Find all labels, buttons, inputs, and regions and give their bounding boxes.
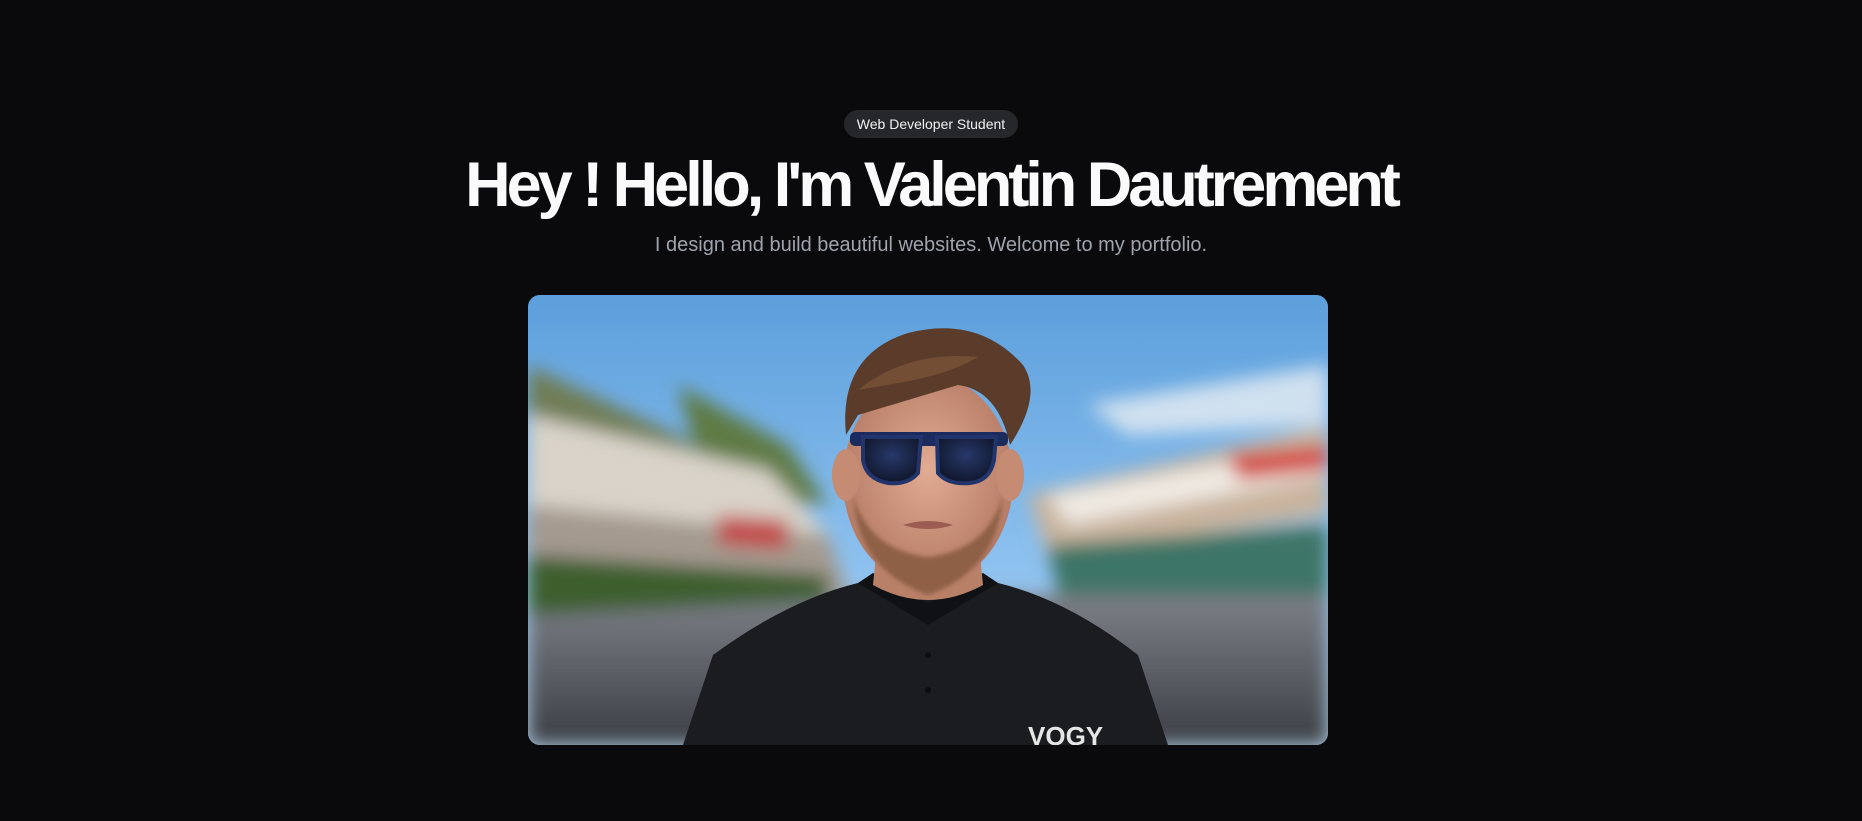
portrait-photo: VOGY xyxy=(528,295,1328,745)
hero-title: Hey ! Hello, I'm Valentin Dautrement xyxy=(465,150,1401,220)
page: Web Developer Student Hey ! Hello, I'm V… xyxy=(0,0,1862,821)
hero-subtitle: I design and build beautiful websites. W… xyxy=(654,234,1208,256)
role-badge: Web Developer Student xyxy=(843,110,1019,138)
shirt-print: VOGY xyxy=(1028,721,1103,745)
hero-section: Web Developer Student Hey ! Hello, I'm V… xyxy=(0,110,1862,258)
